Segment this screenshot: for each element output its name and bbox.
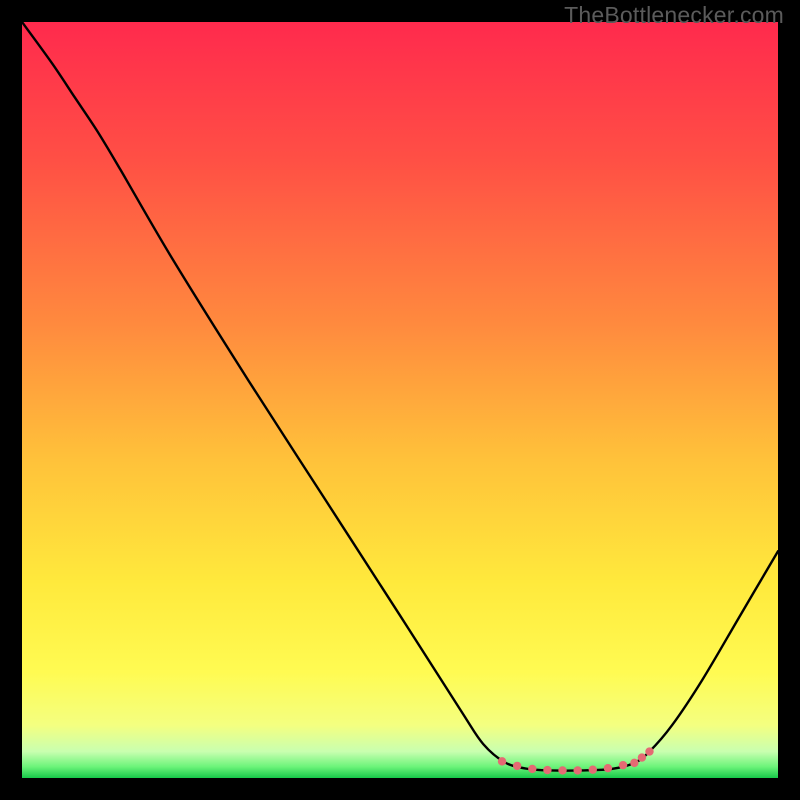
- highlight-dot: [543, 766, 551, 774]
- gradient-background: [22, 22, 778, 778]
- highlight-dot: [589, 765, 597, 773]
- chart-canvas: [22, 22, 778, 778]
- highlight-dot: [498, 757, 506, 765]
- highlight-dot: [619, 761, 627, 769]
- highlight-dot: [645, 747, 653, 755]
- highlight-dot: [573, 766, 581, 774]
- highlight-dot: [513, 762, 521, 770]
- highlight-dot: [630, 759, 638, 767]
- highlight-dot: [558, 766, 566, 774]
- highlight-dot: [604, 764, 612, 772]
- highlight-dot: [528, 765, 536, 773]
- watermark-text: TheBottlenecker.com: [564, 2, 784, 29]
- highlight-dot: [638, 753, 646, 761]
